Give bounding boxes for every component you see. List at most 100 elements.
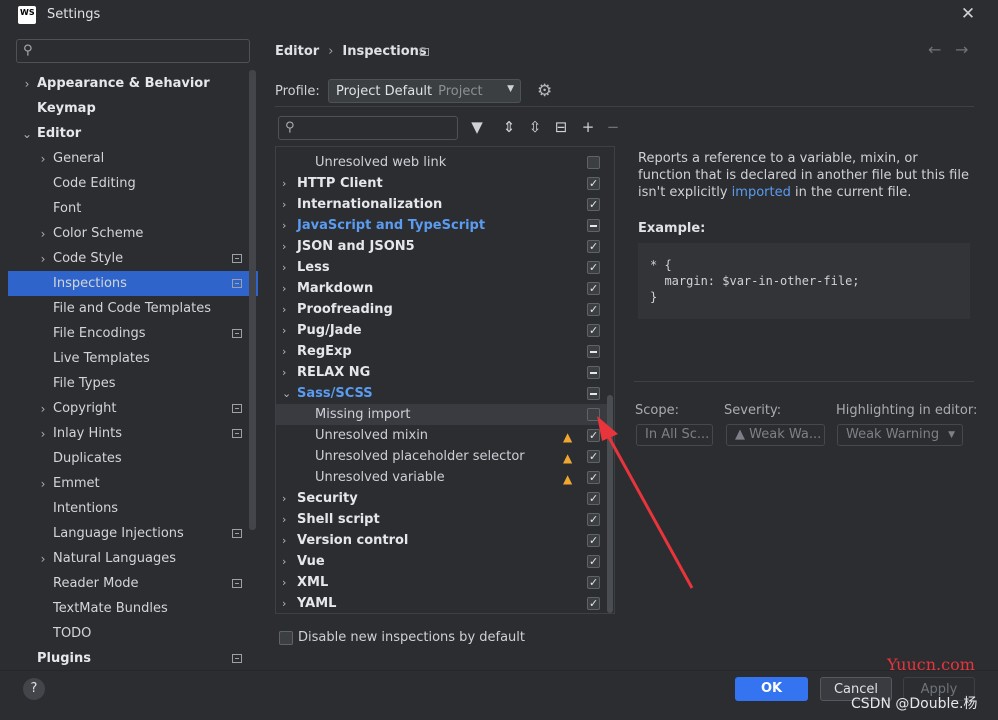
inspection-checkbox[interactable]	[587, 467, 600, 488]
chevron-right-icon[interactable]: ›	[37, 552, 49, 566]
inspection-checkbox[interactable]	[587, 425, 600, 446]
chevron-right-icon[interactable]: ›	[282, 530, 286, 551]
sidebar-item-color-scheme[interactable]: Color Scheme	[53, 221, 143, 246]
sidebar-item-live-templates[interactable]: Live Templates	[53, 346, 150, 371]
highlighting-dropdown[interactable]: Weak Warning ▼	[837, 424, 963, 446]
sidebar-item-copyright[interactable]: Copyright	[53, 396, 117, 421]
sidebar-item-language-injections[interactable]: Language Injections	[53, 521, 184, 546]
sidebar-item-code-editing[interactable]: Code Editing	[53, 171, 136, 196]
inspection-group-row[interactable]: › Vue	[276, 551, 604, 572]
inspection-group-row[interactable]: › JavaScript and TypeScript	[276, 215, 604, 236]
close-icon[interactable]: ✕	[958, 4, 978, 24]
sidebar-item-font[interactable]: Font	[53, 196, 81, 221]
inspection-row[interactable]: Unresolved variable ▲	[276, 467, 604, 488]
chevron-right-icon[interactable]: ›	[37, 477, 49, 491]
chevron-right-icon[interactable]: ›	[37, 227, 49, 241]
sidebar-item-editor[interactable]: Editor	[37, 121, 81, 146]
inspection-checkbox[interactable]	[587, 572, 600, 593]
remove-icon[interactable]: −	[604, 118, 622, 136]
inspection-group-row[interactable]: › Pug/Jade	[276, 320, 604, 341]
inspection-row[interactable]: Unresolved mixin ▲	[276, 425, 604, 446]
chevron-right-icon[interactable]: ›	[282, 572, 286, 593]
chevron-right-icon[interactable]: ›	[282, 341, 286, 362]
chevron-right-icon[interactable]: ›	[37, 402, 49, 416]
chevron-right-icon[interactable]: ›	[282, 488, 286, 509]
chevron-right-icon[interactable]: ›	[282, 551, 286, 572]
chevron-right-icon[interactable]: ›	[282, 215, 286, 236]
sidebar-item-inlay-hints[interactable]: Inlay Hints	[53, 421, 122, 446]
inspection-group-row[interactable]: › RELAX NG	[276, 362, 604, 383]
sidebar-item-emmet[interactable]: Emmet	[53, 471, 100, 496]
inspection-group-row[interactable]: › Markdown	[276, 278, 604, 299]
add-icon[interactable]: +	[579, 118, 597, 136]
sidebar-item-reader-mode[interactable]: Reader Mode	[53, 571, 139, 596]
sidebar-item-keymap[interactable]: Keymap	[37, 96, 96, 121]
inspection-search-input[interactable]: ⚲	[278, 116, 458, 140]
inspection-group-row[interactable]: › Proofreading	[276, 299, 604, 320]
inspection-checkbox[interactable]	[587, 278, 600, 299]
inspection-row[interactable]: Missing import	[276, 404, 610, 425]
collapse-all-icon[interactable]: ⇳	[526, 118, 544, 136]
chevron-right-icon[interactable]: ›	[282, 257, 286, 278]
inspection-checkbox[interactable]	[587, 345, 600, 358]
chevron-right-icon[interactable]: ›	[282, 278, 286, 299]
chevron-right-icon[interactable]: ›	[21, 77, 33, 91]
inspection-checkbox[interactable]	[587, 299, 600, 320]
severity-dropdown[interactable]: ▲ Weak Wa...	[726, 424, 825, 446]
chevron-right-icon[interactable]: ›	[37, 152, 49, 166]
chevron-right-icon[interactable]: ›	[37, 252, 49, 266]
inspection-checkbox[interactable]	[587, 257, 600, 278]
chevron-right-icon[interactable]: ›	[282, 236, 286, 257]
inspection-group-row[interactable]: › HTTP Client	[276, 173, 604, 194]
sidebar-item-file-encodings[interactable]: File Encodings	[53, 321, 146, 346]
inspection-checkbox[interactable]	[587, 551, 600, 572]
disable-new-inspections-label[interactable]: Disable new inspections by default	[298, 630, 525, 645]
sidebar-search-input[interactable]: ⚲	[16, 39, 250, 63]
inspection-group-row[interactable]: › XML	[276, 572, 604, 593]
ok-button[interactable]: OK	[735, 677, 808, 701]
gear-icon[interactable]: ⚙	[537, 81, 552, 101]
scope-dropdown[interactable]: In All Sc...	[636, 424, 713, 446]
sidebar-item-inspections[interactable]: Inspections	[53, 271, 127, 296]
inspection-group-row[interactable]: › RegExp	[276, 341, 604, 362]
inspection-checkbox[interactable]	[587, 408, 600, 421]
chevron-down-icon[interactable]: ⌄	[21, 127, 33, 141]
sidebar-item-plugins[interactable]: Plugins	[37, 646, 91, 671]
inspection-checkbox[interactable]	[587, 219, 600, 232]
inspection-checkbox[interactable]	[587, 509, 600, 530]
sidebar-item-todo[interactable]: TODO	[53, 621, 91, 646]
inspection-checkbox[interactable]	[587, 194, 600, 215]
sidebar-item-general[interactable]: General	[53, 146, 104, 171]
sidebar-scrollbar[interactable]	[249, 70, 256, 530]
sidebar-item-appearance-behavior[interactable]: Appearance & Behavior	[37, 71, 210, 96]
expand-all-icon[interactable]: ⇕	[500, 118, 518, 136]
chevron-right-icon[interactable]: ›	[282, 509, 286, 530]
sidebar-item-code-style[interactable]: Code Style	[53, 246, 123, 271]
inspection-row[interactable]: Unresolved web link	[276, 152, 604, 173]
inspection-checkbox[interactable]	[587, 387, 600, 400]
inspection-checkbox[interactable]	[587, 173, 600, 194]
sidebar-item-file-types[interactable]: File Types	[53, 371, 116, 396]
sidebar-item-intentions[interactable]: Intentions	[53, 496, 118, 521]
list-scrollbar[interactable]	[607, 395, 613, 613]
inspection-group-row[interactable]: › Shell script	[276, 509, 604, 530]
imported-link[interactable]: imported	[732, 185, 791, 200]
inspection-row[interactable]: Unresolved placeholder selector ▲	[276, 446, 604, 467]
chevron-right-icon[interactable]: ›	[282, 362, 286, 383]
sidebar-item-file-and-code-templates[interactable]: File and Code Templates	[53, 296, 211, 321]
inspection-checkbox[interactable]	[587, 366, 600, 379]
chevron-right-icon[interactable]: ›	[282, 320, 286, 341]
forward-arrow-icon[interactable]: →	[955, 40, 968, 59]
help-button[interactable]: ?	[23, 678, 45, 700]
inspection-group-row[interactable]: › Less	[276, 257, 604, 278]
chevron-right-icon[interactable]: ›	[282, 173, 286, 194]
inspection-group-row[interactable]: › JSON and JSON5	[276, 236, 604, 257]
inspection-checkbox[interactable]	[587, 236, 600, 257]
inspection-checkbox[interactable]	[587, 320, 600, 341]
chevron-down-icon[interactable]: ⌄	[282, 383, 291, 404]
profile-dropdown[interactable]: Project Default Project ▼	[328, 79, 521, 103]
sidebar-item-textmate-bundles[interactable]: TextMate Bundles	[53, 596, 168, 621]
inspection-checkbox[interactable]	[587, 593, 600, 613]
inspection-group-row[interactable]: › Internationalization	[276, 194, 604, 215]
chevron-right-icon[interactable]: ›	[282, 194, 286, 215]
